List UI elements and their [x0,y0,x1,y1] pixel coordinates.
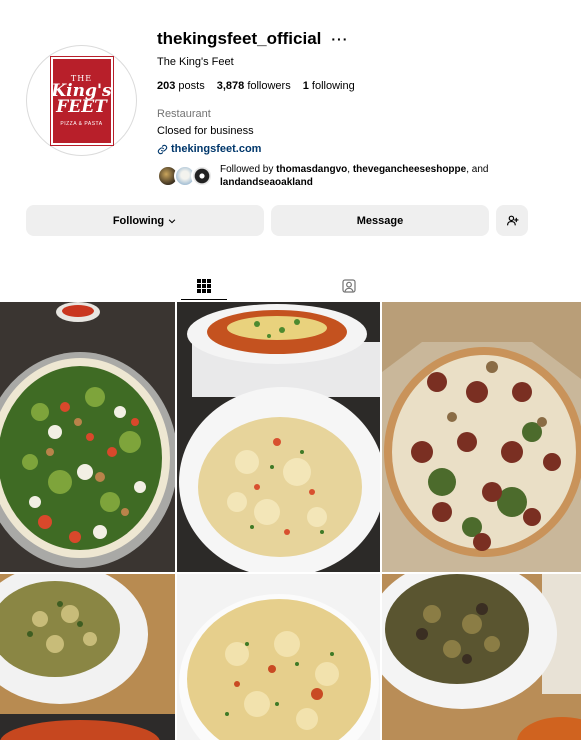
post-image [0,574,175,740]
post-image [177,574,380,740]
profile-actions: Following Message [26,205,528,236]
bio: Closed for business [157,125,254,137]
followers-count: 3,878 [216,80,245,92]
message-button-label: Message [356,214,404,227]
profile-tabs [0,272,581,300]
followers-label: followers [247,80,291,92]
followed-by-and: , and [466,164,489,175]
post-image [177,302,380,572]
message-button[interactable]: Message [271,205,489,236]
following-stat[interactable]: 1 following [303,80,355,92]
post-thumbnail[interactable] [0,574,175,740]
post-thumbnail[interactable] [177,302,380,572]
followed-by[interactable]: Followed by thomasdangvo, theveganchee​s… [157,163,567,189]
chevron-down-icon [168,218,176,223]
category: Restaurant [157,108,211,120]
posts-label: posts [178,80,205,92]
grid-icon [197,278,211,293]
profile-avatar[interactable]: THE King's FEET PIZZA & PASTA [26,45,137,156]
profile-stats: 203 posts 3,878 followers 1 following [157,80,567,92]
logo-line-3: FEET [56,97,107,117]
follower-avatar [191,165,213,187]
post-thumbnail[interactable] [0,302,175,572]
tab-posts[interactable] [181,272,227,300]
follower-name: landandseaoakland [220,177,313,188]
post-image [0,302,175,572]
posts-count: 203 [157,80,176,92]
add-user-icon [506,215,519,226]
followed-by-prefix: Followed by [220,164,277,175]
suggest-users-button[interactable] [496,205,528,236]
followed-by-text: Followed by thomasdangvo, theveganchee​s… [220,163,520,189]
posts-stat: 203 posts [157,80,205,92]
follower-name: theveganchee​seshoppe [352,164,467,175]
following-count: 1 [302,80,309,92]
username-row: thekingsfeet_official ··· [157,28,567,50]
following-button-label: Following [112,214,165,227]
post-image [382,302,581,572]
website-link-text: thekingsfeet.com [171,143,262,155]
link-icon [157,144,168,154]
following-button[interactable]: Following [26,205,264,236]
followers-stat[interactable]: 3,878 followers [217,80,291,92]
following-label: following [311,80,355,92]
more-options-icon[interactable]: ··· [331,31,348,47]
tab-tagged[interactable] [326,272,372,300]
username: thekingsfeet_official [157,29,322,48]
website-link[interactable]: thekingsfeet.com [157,143,567,155]
tagged-icon [342,279,356,293]
post-thumbnail[interactable] [382,302,581,572]
posts-grid [0,302,581,740]
profile-info: thekingsfeet_official ··· The King's Fee… [157,28,567,189]
restaurant-logo: THE King's FEET PIZZA & PASTA [49,55,114,146]
full-name: The King's Feet [157,56,234,68]
post-thumbnail[interactable] [382,574,581,740]
follower-name: thomasdangvo [276,164,348,175]
post-image [382,574,581,740]
logo-line-4: PIZZA & PASTA [60,121,103,127]
post-thumbnail[interactable] [177,574,380,740]
